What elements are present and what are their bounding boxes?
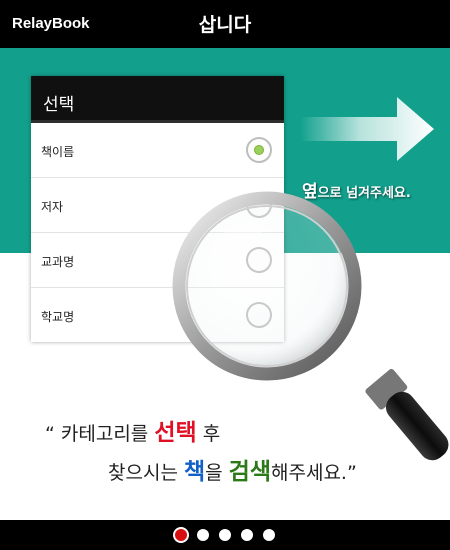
right-arrow-icon [300, 97, 434, 161]
dialog-title: 선택 [31, 76, 284, 123]
instruction-text: 후 [196, 423, 221, 445]
page-dot[interactable] [219, 529, 231, 541]
radio-icon[interactable] [246, 137, 272, 163]
option-label: 학교명 [41, 310, 75, 324]
radio-selected-dot [254, 145, 264, 155]
page-dot[interactable] [263, 529, 275, 541]
option-book-name[interactable]: 책이름 [31, 123, 284, 178]
emphasis-search: 검색 [228, 459, 271, 485]
page-dot[interactable] [197, 529, 209, 541]
emphasis-select: 선택 [154, 420, 197, 446]
page-dot-active[interactable] [175, 529, 187, 541]
option-label: 교과명 [41, 255, 75, 269]
instruction-text: 을 [205, 462, 229, 484]
instruction-line-2: 찾으시는 책을 검색해주세요.” [108, 452, 357, 486]
instruction-text: 해주세요.” [271, 462, 357, 484]
page-dot[interactable] [241, 529, 253, 541]
instruction-text: “ 카테고리를 [45, 423, 155, 445]
page-title: 삽니다 [198, 14, 252, 36]
option-label: 책이름 [41, 145, 75, 159]
instruction-text: 찾으시는 [108, 462, 184, 484]
page-indicator [0, 529, 450, 541]
instruction-line-1: “ 카테고리를 선택 후 [45, 413, 220, 447]
option-label: 저자 [41, 200, 64, 214]
emphasis-book: 책 [183, 459, 206, 485]
top-bar: RelayBook 삽니다 [0, 0, 450, 48]
bottom-bar [0, 520, 450, 550]
